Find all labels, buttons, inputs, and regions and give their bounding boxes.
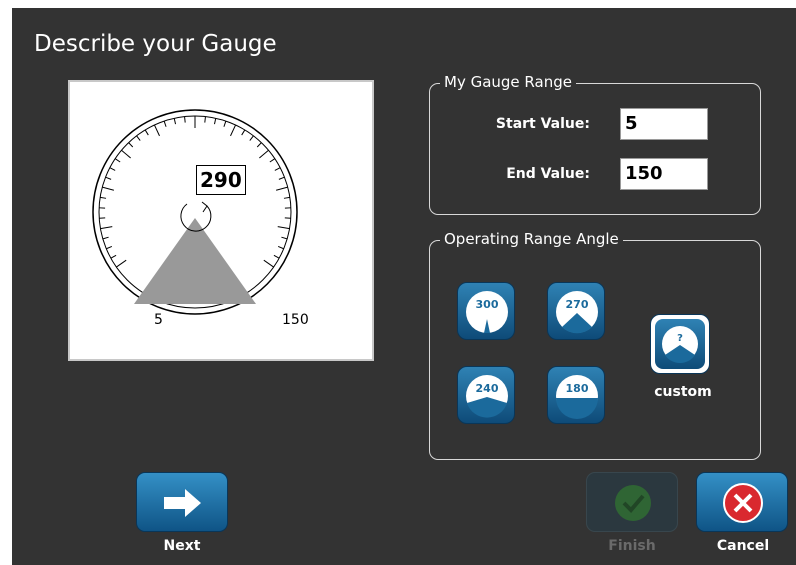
gauge-tick (259, 149, 269, 159)
gauge-tick (281, 236, 288, 240)
gauge-tick (184, 116, 186, 123)
operating-angle-legend: Operating Range Angle (440, 230, 623, 248)
angle-value[interactable]: 290 (196, 165, 246, 195)
end-value-field[interactable]: 150 (620, 158, 708, 190)
gauge-tick (116, 259, 127, 268)
finish-label: Finish (608, 538, 656, 554)
gauge-tick (273, 254, 280, 259)
gauge-tick (256, 142, 262, 148)
angle-270-button[interactable]: 270 (547, 282, 605, 340)
gauge-180-icon: 180 (556, 375, 598, 419)
gauge-tick (241, 129, 246, 136)
gauge-range-legend: My Gauge Range (440, 73, 576, 91)
gauge-tick (121, 149, 131, 159)
gauge-tick (277, 245, 284, 250)
gauge-tick (100, 226, 113, 230)
gauge-tick (163, 120, 167, 127)
gauge-tick (106, 245, 113, 250)
gauge-tick (278, 176, 285, 180)
gauge-tick (223, 120, 227, 127)
right-arrow-icon (164, 489, 201, 517)
finish-button[interactable] (586, 472, 678, 532)
gauge-tick (102, 186, 114, 191)
gauge-tick (213, 118, 217, 125)
gauge-tick (109, 167, 116, 171)
gauge-240-icon: 240 (466, 375, 508, 418)
start-value-field[interactable]: 5 (620, 108, 708, 140)
start-value-label: Start Value: (495, 116, 590, 132)
next-label: Next (163, 538, 201, 554)
custom-angle-button[interactable]: ? (650, 314, 710, 374)
gauge-tick (105, 176, 112, 180)
gauge-tick (263, 259, 274, 268)
gauge-tick (173, 118, 177, 125)
next-button[interactable] (136, 472, 228, 532)
dialog-window: Describe your Gauge 5 150 290 My Gauge R… (12, 8, 796, 565)
gauge-tick (128, 142, 134, 148)
end-value-label: End Value: (506, 166, 590, 182)
gauge-tick (144, 129, 149, 136)
cancel-label: Cancel (716, 538, 770, 554)
checkmark-icon (615, 485, 651, 521)
close-icon (723, 483, 763, 523)
cancel-button[interactable] (696, 472, 788, 532)
gauge-tick (277, 226, 290, 230)
gauge-start-label: 5 (154, 312, 163, 328)
gauge-tick (204, 116, 206, 123)
gauge-270-icon: 270 (556, 291, 598, 334)
custom-question-mark: ? (677, 333, 683, 344)
gauge-tick (249, 135, 254, 141)
angle-300-label: 300 (476, 298, 499, 311)
gauge-tick (230, 124, 237, 137)
gauge-end-label: 150 (282, 312, 309, 328)
gauge-tick (102, 236, 109, 240)
angle-240-label: 240 (476, 382, 499, 395)
angle-240-button[interactable]: 240 (457, 366, 515, 424)
operating-angle-group: Operating Range Angle (429, 230, 761, 460)
gauge-custom-icon: ? (662, 326, 698, 364)
gauge-tick (110, 254, 117, 259)
angle-300-button[interactable]: 300 (457, 282, 515, 340)
gauge-tick (269, 158, 276, 163)
gauge-diagram: 5 150 (92, 109, 309, 328)
gauge-range-group: My Gauge Range Start Value: 5 End Value:… (429, 73, 761, 215)
gauge-tick (283, 196, 290, 199)
gauge-tick (276, 186, 288, 191)
gauge-tick (114, 158, 121, 163)
gauge-tick (100, 196, 107, 199)
gauge-tick (136, 135, 141, 141)
gauge-preview: 5 150 290 (68, 80, 374, 361)
angle-input[interactable]: 290 (196, 165, 260, 195)
gauge-tick (274, 167, 281, 171)
angle-270-label: 270 (566, 298, 589, 311)
custom-angle-label: custom (654, 384, 712, 400)
gauge-tick (153, 124, 160, 137)
dialog-title: Describe your Gauge (34, 31, 277, 57)
angle-180-button[interactable]: 180 (547, 366, 605, 424)
angle-180-label: 180 (566, 382, 589, 395)
gauge-300-icon: 300 (466, 291, 508, 333)
